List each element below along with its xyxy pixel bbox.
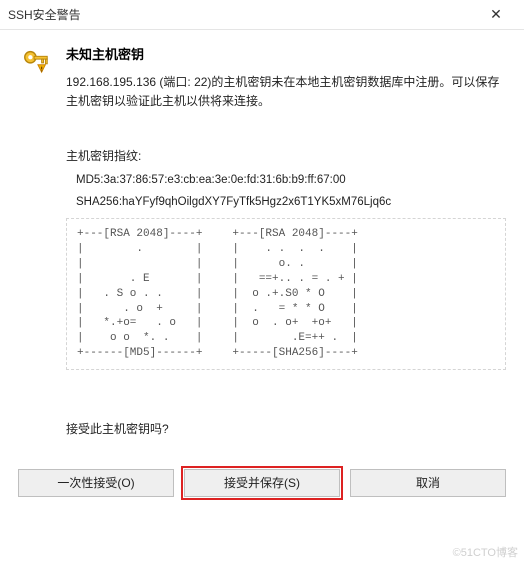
title-bar: SSH安全警告 ✕ [0, 0, 524, 30]
ascii-sha256: +---[RSA 2048]----+ | . . . . | | o. . |… [232, 227, 357, 361]
fingerprint-label: 主机密钥指纹: [66, 147, 506, 164]
warning-key-icon [18, 44, 54, 76]
dialog-message: 192.168.195.136 (端口: 22)的主机密钥未在本地主机密钥数据库… [66, 73, 506, 111]
button-row: 一次性接受(O) 接受并保存(S) 取消 [0, 469, 524, 509]
confirm-question: 接受此主机密钥吗? [66, 420, 506, 437]
dialog-heading: 未知主机密钥 [66, 44, 506, 63]
window-title: SSH安全警告 [8, 6, 476, 23]
ascii-art-container: +---[RSA 2048]----+ | . | | | | . E | | … [66, 218, 506, 370]
header-row: 未知主机密钥 192.168.195.136 (端口: 22)的主机密钥未在本地… [18, 44, 506, 453]
header-text: 未知主机密钥 192.168.195.136 (端口: 22)的主机密钥未在本地… [66, 44, 506, 453]
fingerprint-md5: MD5:3a:37:86:57:e3:cb:ea:3e:0e:fd:31:6b:… [76, 174, 506, 186]
fingerprint-sha256: SHA256:haYFyf9qhOilgdXY7FyTfk5Hgz2x6T1YK… [76, 196, 506, 208]
dialog-content: 未知主机密钥 192.168.195.136 (端口: 22)的主机密钥未在本地… [0, 30, 524, 469]
close-icon: ✕ [490, 6, 502, 23]
accept-once-button[interactable]: 一次性接受(O) [18, 469, 174, 497]
accept-save-button[interactable]: 接受并保存(S) [184, 469, 340, 497]
watermark: ©51CTO博客 [453, 544, 518, 560]
close-button[interactable]: ✕ [476, 0, 516, 30]
ascii-rsa-md5: +---[RSA 2048]----+ | . | | | | . E | | … [77, 227, 202, 361]
cancel-button[interactable]: 取消 [350, 469, 506, 497]
